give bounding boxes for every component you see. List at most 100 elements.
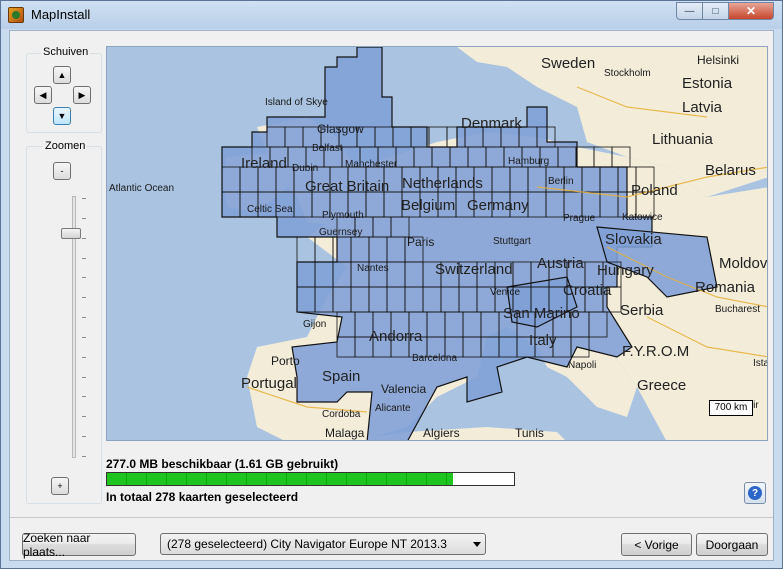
map-label-hungary: Hungary bbox=[597, 262, 654, 279]
zoom-tick bbox=[82, 376, 86, 378]
map-label-bucharest: Bucharest bbox=[715, 304, 761, 315]
map-label-lithuania: Lithuania bbox=[652, 131, 713, 148]
map-label-cordoba: Cordoba bbox=[322, 409, 361, 420]
map-label-manchester: Manchester bbox=[345, 159, 398, 170]
map-view[interactable]: Sweden Helsinki Stockholm Estonia Latvia… bbox=[106, 46, 768, 441]
map-label-katowice: Katowice bbox=[622, 212, 663, 223]
zoom-slider-thumb[interactable] bbox=[61, 227, 81, 239]
title-bar[interactable]: MapInstall — □ ✕ bbox=[1, 1, 782, 29]
map-scale-bar: 700 km bbox=[709, 400, 753, 416]
help-icon: ? bbox=[748, 486, 762, 500]
pan-left-button[interactable]: ◀ bbox=[34, 86, 52, 104]
zoom-tick bbox=[82, 336, 86, 338]
zoom-tick bbox=[82, 297, 86, 299]
chevron-down-icon bbox=[473, 542, 481, 547]
search-place-button[interactable]: Zoeken naar plaats... bbox=[22, 531, 136, 559]
map-label-stuttgart: Stuttgart bbox=[493, 236, 531, 247]
map-label-spain: Spain bbox=[322, 368, 361, 385]
footer-separator bbox=[10, 517, 773, 518]
map-label-latvia: Latvia bbox=[682, 99, 723, 116]
map-label-romania: Romania bbox=[695, 279, 756, 296]
map-label-plymouth: Plymouth bbox=[322, 210, 364, 221]
minimize-button[interactable]: — bbox=[676, 2, 703, 20]
map-label-denmark: Denmark bbox=[461, 115, 522, 132]
dialog-body: Schuiven ▲ ◀ ▶ ▼ Zoomen - + Sweden Helsi… bbox=[9, 30, 774, 561]
map-label-glasgow: Glasgow bbox=[317, 122, 364, 136]
pan-right-button[interactable]: ▶ bbox=[73, 86, 91, 104]
map-label-croatia: Croatia bbox=[563, 282, 612, 299]
pan-label: Schuiven bbox=[41, 46, 91, 58]
map-label-belfast: Belfast bbox=[312, 143, 343, 154]
zoom-tick bbox=[82, 198, 86, 199]
map-label-slovakia: Slovakia bbox=[605, 231, 662, 248]
product-select[interactable]: (278 geselecteerd) City Navigator Europe… bbox=[160, 533, 486, 555]
map-label-germany: Germany bbox=[467, 197, 529, 214]
zoom-tick bbox=[82, 217, 86, 219]
map-label-belgium: Belgium bbox=[401, 197, 456, 214]
map-label-istanbul: Ista bbox=[753, 358, 768, 369]
map-label-fyrom: F.Y.R.O.M bbox=[622, 343, 690, 360]
storage-progress-bar bbox=[106, 472, 515, 486]
map-label-guernsey: Guernsey bbox=[319, 227, 363, 238]
window-controls: — □ ✕ bbox=[676, 2, 774, 20]
zoom-tick bbox=[82, 396, 86, 398]
product-select-value: (278 geselecteerd) City Navigator Europe… bbox=[167, 537, 447, 551]
map-label-belarus: Belarus bbox=[705, 162, 756, 179]
map-label-nantes: Nantes bbox=[357, 263, 389, 274]
zoom-tick bbox=[82, 436, 86, 438]
map-label-isle-of-skye: Island of Skye bbox=[265, 97, 328, 108]
map-label-poland: Poland bbox=[631, 182, 678, 199]
zoom-tick bbox=[82, 456, 86, 457]
zoom-out-button[interactable]: - bbox=[53, 162, 71, 180]
mapinstall-app-icon bbox=[8, 7, 24, 23]
next-button[interactable]: Doorgaan bbox=[696, 533, 768, 556]
map-label-porto: Porto bbox=[271, 354, 300, 368]
map-label-italy: Italy bbox=[529, 332, 557, 349]
map-label-celtic-sea: Celtic Sea bbox=[247, 204, 293, 215]
map-label-napoli: Napoli bbox=[568, 360, 597, 371]
map-label-great-britain: Great Britain bbox=[305, 178, 390, 195]
pan-up-button[interactable]: ▲ bbox=[53, 66, 71, 84]
help-button[interactable]: ? bbox=[744, 482, 766, 504]
zoom-tick bbox=[82, 237, 86, 239]
storage-text: 277.0 MB beschikbaar (1.61 GB gebruikt) bbox=[106, 457, 339, 471]
total-maps-text: In totaal 278 kaarten geselecteerd bbox=[106, 490, 299, 504]
zoom-label: Zoomen bbox=[43, 140, 88, 152]
map-label-switzerland: Switzerland bbox=[435, 261, 513, 278]
window-title: MapInstall bbox=[31, 7, 91, 22]
map-label-venice: Venice bbox=[490, 287, 521, 298]
map-label-serbia: Serbia bbox=[620, 302, 664, 319]
mapinstall-window: MapInstall — □ ✕ Schuiven ▲ ◀ ▶ ▼ Zoomen… bbox=[0, 0, 783, 569]
map-label-alicante: Alicante bbox=[375, 403, 411, 414]
map-label-san-marino: San Marino bbox=[503, 305, 580, 322]
zoom-tick bbox=[82, 257, 86, 259]
storage-progress-fill bbox=[107, 473, 453, 485]
zoom-tick bbox=[82, 356, 86, 358]
zoom-tick bbox=[82, 317, 86, 319]
pan-down-button[interactable]: ▼ bbox=[53, 107, 71, 125]
map-label-gijon: Gijon bbox=[303, 319, 327, 330]
map-label-moldova: Moldova bbox=[719, 255, 768, 272]
map-label-helsinki: Helsinki bbox=[697, 53, 740, 67]
map-label-greece: Greece bbox=[637, 377, 687, 394]
map-label-dublin: Dubin bbox=[292, 163, 319, 174]
map-label-portugal: Portugal bbox=[241, 375, 297, 392]
map-label-andorra: Andorra bbox=[369, 328, 423, 345]
map-label-malaga: Malaga bbox=[325, 426, 365, 440]
map-label-tunis: Tunis bbox=[515, 426, 544, 440]
map-label-hamburg: Hamburg bbox=[508, 156, 550, 167]
zoom-group bbox=[26, 146, 102, 504]
map-label-stockholm: Stockholm bbox=[604, 68, 651, 79]
back-button[interactable]: < Vorige bbox=[621, 533, 692, 556]
map-label-prague: Prague bbox=[563, 213, 596, 224]
map-label-berlin: Berlin bbox=[548, 176, 574, 187]
zoom-in-button[interactable]: + bbox=[51, 477, 69, 495]
close-button[interactable]: ✕ bbox=[728, 2, 774, 20]
map-label-austria: Austria bbox=[537, 255, 584, 272]
map-label-valencia: Valencia bbox=[381, 382, 427, 396]
map-label-estonia: Estonia bbox=[682, 75, 733, 92]
maximize-button[interactable]: □ bbox=[702, 2, 729, 20]
map-label-atlantic: Atlantic Ocean bbox=[109, 183, 175, 194]
map-label-barcelona: Barcelona bbox=[412, 353, 458, 364]
zoom-tick bbox=[82, 416, 86, 418]
